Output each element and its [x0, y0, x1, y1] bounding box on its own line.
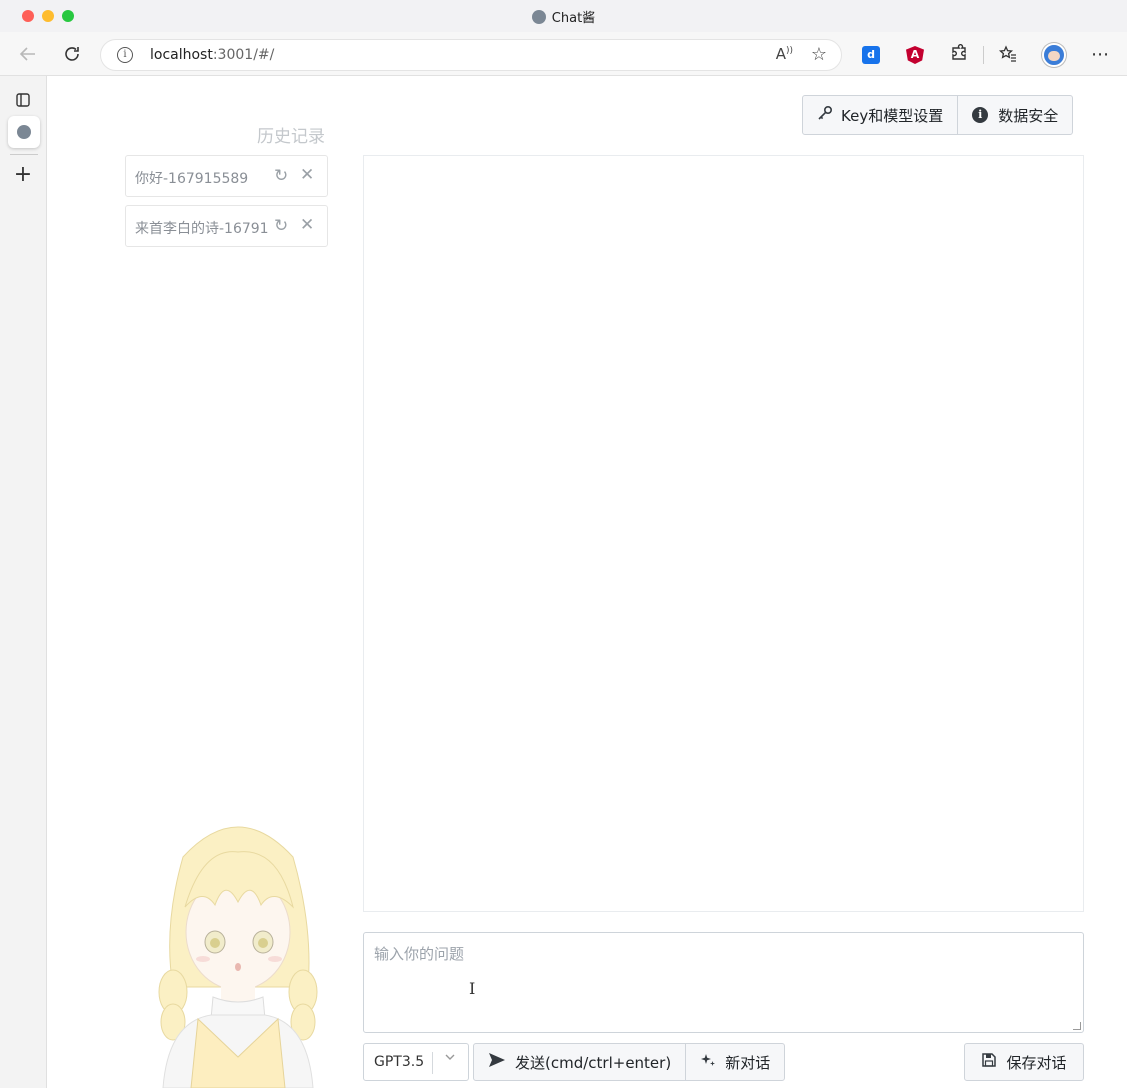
- header-button-group: Key和模型设置 i 数据安全: [802, 95, 1074, 135]
- tab-separator: [10, 154, 38, 155]
- site-info-icon[interactable]: i: [117, 47, 133, 63]
- history-item[interactable]: 来首李白的诗-16791 ↻ ✕: [125, 205, 328, 247]
- data-security-button[interactable]: i 数据安全: [957, 96, 1072, 134]
- mascot-illustration: [158, 826, 318, 1088]
- send-button-group: 发送(cmd/ctrl+enter) 新对话: [473, 1043, 786, 1081]
- tab-favicon-icon: [17, 125, 31, 139]
- window-titlebar: Chat酱: [0, 0, 1127, 32]
- key-icon: [817, 105, 833, 125]
- select-divider: [432, 1052, 433, 1074]
- textarea-placeholder: 输入你的问题: [374, 945, 465, 963]
- toolbar-divider: [983, 46, 984, 64]
- tab-actions-icon[interactable]: [11, 88, 35, 112]
- text-cursor-icon: I: [469, 979, 476, 998]
- resize-handle[interactable]: [1073, 1022, 1081, 1030]
- more-menu-icon[interactable]: ⋯: [1088, 42, 1112, 66]
- chat-messages-area: [363, 155, 1084, 912]
- window-title: Chat酱: [0, 7, 1127, 26]
- delete-history-icon[interactable]: ✕: [300, 165, 314, 185]
- send-icon: [488, 1052, 506, 1072]
- profile-avatar[interactable]: [1042, 43, 1066, 67]
- model-select-value: GPT3.5: [374, 1054, 425, 1070]
- address-url[interactable]: localhost:3001/#/: [150, 47, 274, 63]
- extension-d-icon[interactable]: d: [862, 46, 880, 64]
- reload-history-icon[interactable]: ↻: [274, 166, 288, 186]
- history-item-label[interactable]: 你好-167915589: [135, 168, 270, 188]
- vertical-tab-strip: +: [0, 76, 47, 1088]
- model-select[interactable]: GPT3.5: [363, 1043, 469, 1081]
- reload-history-icon[interactable]: ↻: [274, 216, 288, 236]
- app-page: 历史记录 你好-167915589 ↻ ✕ 来首李白的诗-16791 ↻ ✕ K…: [48, 77, 1127, 1088]
- send-button[interactable]: 发送(cmd/ctrl+enter): [474, 1044, 685, 1080]
- floppy-disk-icon: [981, 1052, 997, 1072]
- delete-history-icon[interactable]: ✕: [300, 215, 314, 235]
- new-chat-button[interactable]: 新对话: [685, 1044, 784, 1080]
- history-item-label[interactable]: 来首李白的诗-16791: [135, 218, 270, 238]
- favicon-icon: [531, 10, 546, 24]
- key-settings-button[interactable]: Key和模型设置: [803, 96, 957, 134]
- sparkle-icon: [700, 1052, 716, 1072]
- chevron-down-icon: [444, 1051, 456, 1067]
- save-chat-button[interactable]: 保存对话: [964, 1043, 1084, 1081]
- address-bar[interactable]: i localhost:3001/#/ A)) ☆: [100, 39, 842, 71]
- history-title: 历史记录: [257, 127, 325, 147]
- question-textarea[interactable]: 输入你的问题 I: [363, 932, 1084, 1033]
- new-tab-icon[interactable]: +: [11, 162, 35, 187]
- read-aloud-icon[interactable]: A)): [776, 45, 793, 63]
- info-icon: i: [972, 107, 989, 123]
- history-item[interactable]: 你好-167915589 ↻ ✕: [125, 155, 328, 197]
- back-arrow-icon[interactable]: [16, 42, 40, 66]
- favorites-icon[interactable]: [996, 42, 1020, 66]
- extensions-puzzle-icon[interactable]: [947, 42, 971, 66]
- refresh-icon[interactable]: [60, 42, 84, 66]
- active-tab[interactable]: [8, 116, 40, 148]
- add-favorite-icon[interactable]: ☆: [811, 44, 827, 65]
